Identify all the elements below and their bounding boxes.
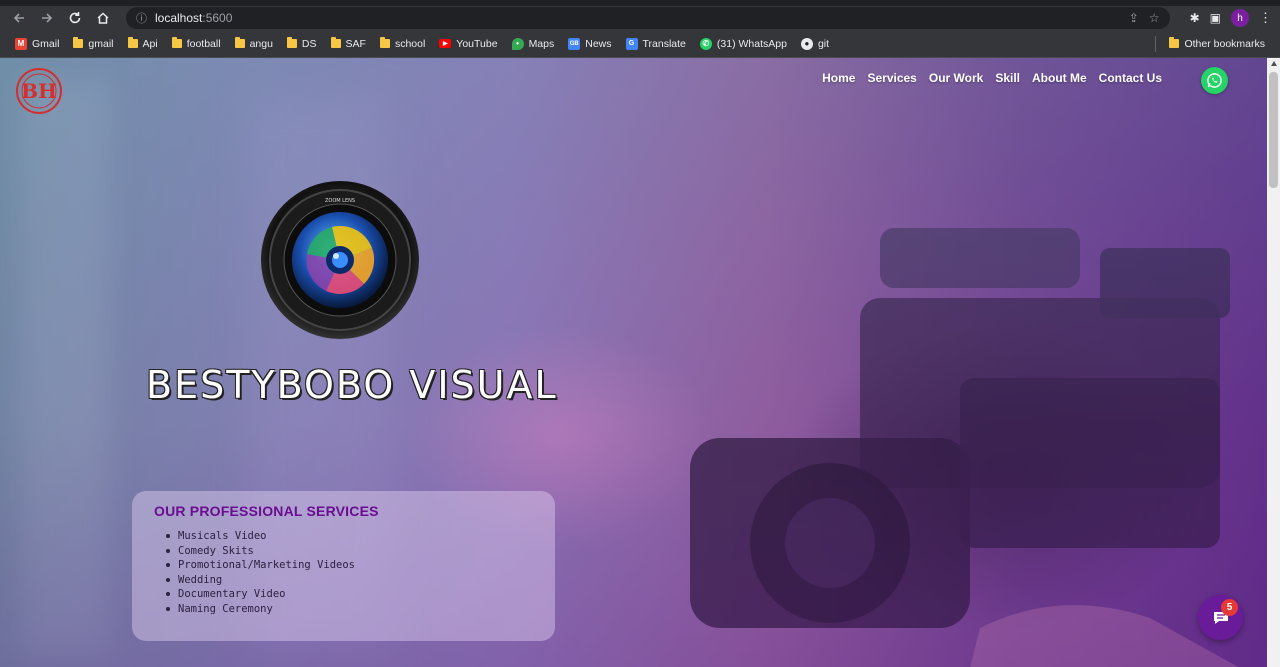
maps-icon: • [511,37,524,50]
github-icon: ● [800,37,813,50]
folder-icon [1169,37,1180,48]
reload-icon [69,12,81,24]
bookmark-folder-school[interactable]: school [373,33,432,55]
back-button[interactable] [8,7,30,29]
bookmark-folder-gmail[interactable]: gmail [66,33,120,55]
nav-about-me[interactable]: About Me [1032,71,1087,85]
bookmark-news[interactable]: GB News [561,33,618,55]
folder-icon [127,37,138,48]
folder-icon [379,37,390,48]
gmail-icon: M [15,37,27,50]
forward-button[interactable] [36,7,58,29]
list-item: Wedding [166,573,533,588]
list-item: Musicals Video [166,529,533,544]
folder-icon [330,37,341,48]
bookmark-git[interactable]: ● git [794,33,836,55]
profile-avatar[interactable]: h [1231,9,1249,27]
webpage-viewport: BH Home Services Our Work Skill About Me… [0,58,1280,667]
whatsapp-button[interactable] [1201,67,1228,94]
brand-title: BESTYBOBO VISUAL [146,363,558,407]
services-title: OUR PROFESSIONAL SERVICES [154,503,379,519]
home-button[interactable] [92,7,114,29]
main-nav: Home Services Our Work Skill About Me Co… [822,71,1162,85]
bookmark-folder-angu[interactable]: angu [228,33,280,55]
nav-contact-us[interactable]: Contact Us [1099,71,1162,85]
svg-text:ZOOM LENS: ZOOM LENS [325,198,355,204]
home-icon [97,12,109,24]
url-text: localhost:5600 [155,11,233,25]
extensions-icon[interactable]: ✱ [1190,11,1200,25]
reload-button[interactable] [64,7,86,29]
arrow-left-icon [13,13,24,23]
arrow-right-icon [42,13,53,23]
bookmark-star-icon[interactable]: ☆ [1149,11,1160,25]
whatsapp-icon: ✆ [699,37,712,50]
site-info-icon[interactable]: ⓘ [136,10,147,26]
services-list: Musicals Video Comedy Skits Promotional/… [154,529,533,616]
folder-icon [286,37,297,48]
services-card: OUR PROFESSIONAL SERVICES Musicals Video… [132,491,555,641]
share-icon[interactable]: ⇪ [1129,11,1139,25]
list-item: Comedy Skits [166,544,533,559]
list-item: Documentary Video [166,587,533,602]
folder-icon [73,37,84,48]
whatsapp-icon [1207,73,1222,88]
bookmark-maps[interactable]: • Maps [505,33,562,55]
bookmark-folder-football[interactable]: football [165,33,228,55]
translate-icon: G [625,37,638,50]
bookmark-folder-saf[interactable]: SAF [324,33,373,55]
other-bookmarks[interactable]: Other bookmarks [1162,33,1272,55]
bookmark-folder-api[interactable]: Api [121,33,165,55]
bookmark-youtube[interactable]: ▶ YouTube [432,33,504,55]
chat-notification-badge: 5 [1221,599,1238,616]
folder-icon [234,37,245,48]
svg-text:BH: BH [21,79,57,103]
address-bar[interactable]: ⓘ localhost:5600 ⇪ ☆ [126,7,1170,29]
bookmarks-bar: M Gmail gmail Api football angu DS SAF sc… [0,30,1280,58]
page-scrollbar[interactable] [1267,58,1280,667]
nav-our-work[interactable]: Our Work [929,71,983,85]
list-item: Promotional/Marketing Videos [166,558,533,573]
camera-lens-image: ZOOM LENS [261,181,419,339]
nav-home[interactable]: Home [822,71,855,85]
nav-services[interactable]: Services [867,71,916,85]
nav-skill[interactable]: Skill [995,71,1020,85]
bestybobo-logo[interactable]: BH [12,66,68,116]
side-panel-icon[interactable]: ▣ [1210,11,1221,25]
list-item: Naming Ceremony [166,602,533,617]
scroll-up-arrow-icon[interactable] [1271,61,1277,66]
youtube-icon: ▶ [439,39,452,48]
bookmark-gmail[interactable]: M Gmail [8,33,66,55]
bookmark-folder-ds[interactable]: DS [280,33,324,55]
bookmark-translate[interactable]: G Translate [619,33,693,55]
browser-toolbar: ⓘ localhost:5600 ⇪ ☆ ✱ ▣ h ⋮ [0,6,1280,30]
bookmark-whatsapp[interactable]: ✆ (31) WhatsApp [693,33,794,55]
scrollbar-thumb[interactable] [1269,72,1278,188]
news-icon: GB [568,37,581,50]
menu-kebab-icon[interactable]: ⋮ [1259,10,1272,26]
folder-icon [171,37,182,48]
